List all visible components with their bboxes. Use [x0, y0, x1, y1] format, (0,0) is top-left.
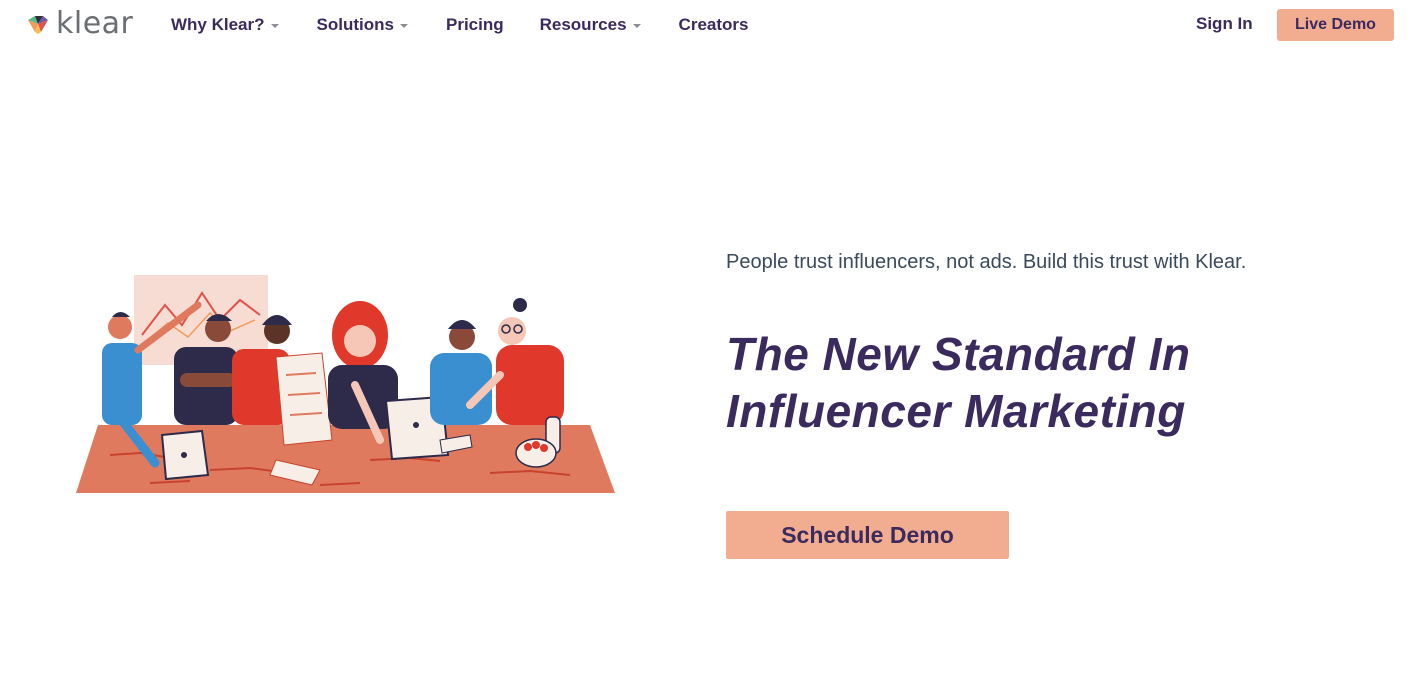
logo-wordmark: klear: [56, 6, 134, 41]
nav-item-solutions[interactable]: Solutions: [317, 15, 408, 35]
hero-headline-line-1: The New Standard In: [726, 328, 1191, 380]
klear-gem-logo-icon: [28, 16, 48, 34]
klear-logo[interactable]: klear: [26, 9, 133, 39]
sign-in-link[interactable]: Sign In: [1196, 14, 1253, 34]
main-nav: Why Klear? Solutions Pricing Resources C…: [171, 14, 748, 36]
caret-down-icon: [270, 24, 279, 28]
nav-item-label: Pricing: [445, 15, 504, 34]
nav-item-label: Creators: [678, 15, 749, 34]
hero-section: People trust influencers, not ads. Build…: [726, 250, 1386, 559]
nav-item-label: Solutions: [316, 15, 394, 34]
nav-item-why-klear[interactable]: Why Klear?: [171, 15, 279, 35]
schedule-demo-button[interactable]: Schedule Demo: [726, 511, 1009, 559]
team-meeting-illustration: [76, 275, 615, 493]
nav-item-label: Resources: [539, 15, 627, 34]
nav-item-creators[interactable]: Creators: [679, 15, 749, 35]
caret-down-icon: [632, 24, 641, 28]
hero-tagline: People trust influencers, not ads. Build…: [726, 251, 1247, 273]
hero-headline: The New Standard In Influencer Marketing: [726, 326, 1386, 440]
nav-item-pricing[interactable]: Pricing: [446, 15, 504, 35]
caret-down-icon: [399, 24, 408, 28]
nav-item-resources[interactable]: Resources: [540, 15, 641, 35]
nav-item-label: Why Klear?: [171, 15, 265, 34]
hero-headline-line-2: Influencer Marketing: [726, 385, 1186, 437]
live-demo-button[interactable]: Live Demo: [1277, 9, 1394, 41]
top-navigation-bar: klear Why Klear? Solutions Pricing Resou…: [0, 0, 1414, 50]
